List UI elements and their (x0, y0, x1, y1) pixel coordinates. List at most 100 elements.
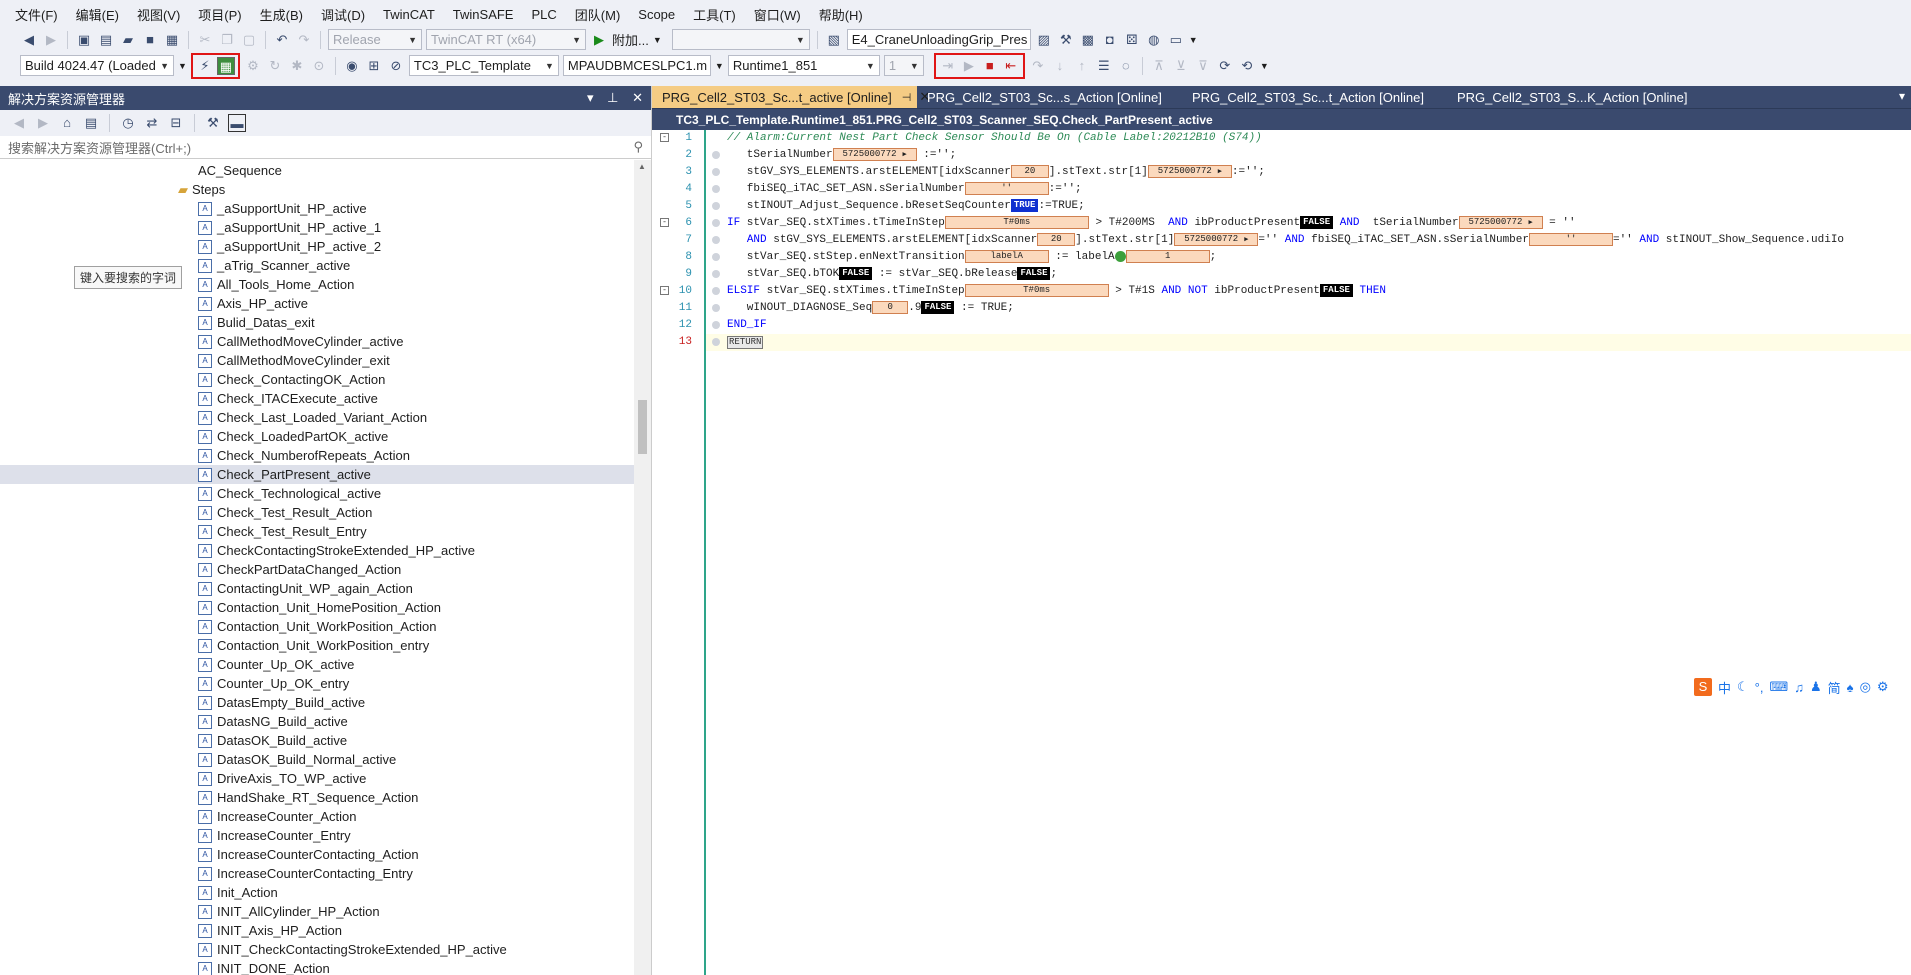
tree-item[interactable]: A CallMethodMoveCylinder_active (0, 332, 634, 351)
forward-icon[interactable]: ▶ (42, 31, 60, 49)
tree-item[interactable]: A Contaction_Unit_WorkPosition_Action (0, 617, 634, 636)
pending-changes-icon[interactable]: ◷ (119, 114, 137, 132)
switch-views-icon[interactable]: ▤ (82, 114, 100, 132)
project-combo[interactable]: E4_CraneUnloadingGrip_Pres▼ (846, 29, 1031, 50)
tree-item[interactable]: A Check_NumberofRepeats_Action (0, 446, 634, 465)
new-project-icon[interactable]: ▣ (75, 31, 93, 49)
step-over-icon[interactable]: ↷ (1029, 57, 1047, 75)
tree-item[interactable]: A INIT_Axis_HP_Action (0, 921, 634, 940)
tree-item[interactable]: A INIT_CheckContactingStrokeExtended_HP_a… (0, 940, 634, 959)
globe-icon[interactable]: ◍ (1145, 31, 1163, 49)
call-stack-icon[interactable]: ☰ (1095, 57, 1113, 75)
copy-icon[interactable]: ❐ (218, 31, 236, 49)
breakpoints-icon[interactable]: ◌ (1117, 57, 1135, 75)
tree-item[interactable]: A DatasNG_Build_active (0, 712, 634, 731)
target-browser-icon[interactable]: ▩ (1079, 31, 1097, 49)
toolbox-icon[interactable]: ◘ (1101, 31, 1119, 49)
force-values-icon[interactable]: ⊻ (1172, 57, 1190, 75)
online-value-box[interactable]: 1 (1125, 249, 1210, 263)
terminal-icon[interactable]: ▭ (1167, 31, 1185, 49)
menu-scope[interactable]: Scope (629, 7, 684, 22)
menu-tools[interactable]: 工具(T) (684, 5, 745, 24)
online-value-box[interactable]: FALSE (1319, 283, 1353, 297)
tree-item[interactable]: A Bulid_Datas_exit (0, 313, 634, 332)
online-value-box[interactable]: FALSE (921, 300, 955, 314)
online-value-box[interactable]: 20 (1010, 164, 1049, 178)
ime-simplified-toggle[interactable]: 简 (1828, 678, 1841, 697)
menu-team[interactable]: 团队(M) (566, 5, 630, 24)
online-value-box[interactable]: T#0ms (944, 215, 1089, 229)
menu-window[interactable]: 窗口(W) (745, 5, 810, 24)
online-value-box[interactable]: FALSE (839, 266, 873, 280)
properties-icon[interactable]: ⚒ (204, 114, 222, 132)
menu-twincat[interactable]: TwinCAT (374, 7, 444, 22)
preview-icon[interactable]: ▬ (228, 114, 246, 132)
config-mode-icon[interactable]: ⚙ (244, 57, 262, 75)
back-icon[interactable]: ◀ (20, 31, 38, 49)
start-icon[interactable]: ▶ (590, 31, 608, 49)
tree-item[interactable]: A Check_Test_Result_Action (0, 503, 634, 522)
tree-item[interactable]: A Contaction_Unit_WorkPosition_entry (0, 636, 634, 655)
tree-item[interactable]: A INIT_DONE_Action (0, 959, 634, 975)
platform-combo[interactable]: TwinCAT RT (x64) ▼ (426, 29, 586, 50)
menu-debug[interactable]: 调试(D) (312, 5, 374, 24)
activate-config-icon[interactable]: ▨ (1035, 31, 1053, 49)
start-plc-icon[interactable]: ▶ (960, 57, 978, 75)
tree-item[interactable]: A INIT_AllCylinder_HP_Action (0, 902, 634, 921)
toggle-freerun-icon[interactable]: ⊙ (310, 57, 328, 75)
voice-icon[interactable]: ♫ (1794, 680, 1804, 695)
logout-icon[interactable]: ⇤ (1002, 57, 1020, 75)
dropdown-icon[interactable]: ▾ (587, 90, 594, 105)
tree-item[interactable]: A CheckContactingStrokeExtended_HP_active (0, 541, 634, 560)
tree-item[interactable]: A Check_Test_Result_Entry (0, 522, 634, 541)
unforce-icon[interactable]: ⊽ (1194, 57, 1212, 75)
online-value-box[interactable]: FALSE (1017, 266, 1051, 280)
tree-item[interactable]: A Check_Technological_active (0, 484, 634, 503)
tree-item[interactable]: A CallMethodMoveCylinder_exit (0, 351, 634, 370)
back-icon[interactable]: ◀ (10, 114, 28, 132)
online-value-box[interactable]: 5725000772 ▶ (832, 147, 917, 161)
target-system-combo[interactable]: MPAUDBMCESLPC1.m▼ (562, 55, 711, 76)
tree-item[interactable]: A IncreaseCounter_Action (0, 807, 634, 826)
tree-item[interactable]: A Check_Last_Loaded_Variant_Action (0, 408, 634, 427)
punctuation-icon[interactable]: °, (1755, 680, 1764, 695)
online-value-box[interactable]: FALSE (1300, 215, 1334, 229)
runtime-combo[interactable]: Runtime1_851 ▼ (727, 55, 880, 76)
paste-icon[interactable]: ▢ (240, 31, 258, 49)
online-value-box[interactable]: TRUE (1010, 198, 1039, 212)
online-value-box[interactable]: '' (964, 181, 1049, 195)
menu-plc[interactable]: PLC (522, 7, 565, 22)
online-value-box[interactable]: 5725000772 ▶ (1147, 164, 1232, 178)
twincat-project-icon[interactable]: ▧ (825, 31, 843, 49)
tree-item[interactable]: A ContactingUnit_WP_again_Action (0, 579, 634, 598)
solution-search-input[interactable]: 搜索解决方案资源管理器(Ctrl+;) ⚲ (0, 136, 651, 159)
tab-overflow-icon[interactable]: ▾ (1899, 89, 1905, 103)
ime-logo-icon[interactable]: S (1694, 678, 1712, 696)
open-icon[interactable]: ▰ (119, 31, 137, 49)
settings-icon[interactable]: ⚙ (1877, 679, 1889, 695)
show-subitems-icon[interactable]: ⊘ (387, 57, 405, 75)
search-icon[interactable]: ⚲ (633, 139, 643, 155)
step-out-icon[interactable]: ↑ (1073, 57, 1091, 75)
tree-item[interactable]: A Init_Action (0, 883, 634, 902)
ime-lang-toggle[interactable]: 中 (1718, 678, 1731, 697)
user-icon[interactable]: ♟ (1810, 679, 1822, 695)
tree-item[interactable]: A Counter_Up_OK_entry (0, 674, 634, 693)
cut-icon[interactable]: ✂ (196, 31, 214, 49)
collapse-all-icon[interactable]: ⊟ (167, 114, 185, 132)
menu-project[interactable]: 项目(P) (189, 5, 250, 24)
reset-icon[interactable]: ⟲ (1238, 57, 1256, 75)
online-value-box[interactable]: 5725000772 ▶ (1174, 232, 1259, 246)
tab-scanner-s-action[interactable]: PRG_Cell2_ST03_Sc...s_Action [Online] (917, 86, 1182, 108)
online-value-box[interactable]: labelA (964, 249, 1049, 263)
tree-item[interactable]: A DatasEmpty_Build_active (0, 693, 634, 712)
tree-item[interactable]: A IncreaseCounterContacting_Action (0, 845, 634, 864)
menu-view[interactable]: 视图(V) (128, 5, 189, 24)
tree-item[interactable]: A Check_ContactingOK_Action (0, 370, 634, 389)
tree-item[interactable]: A DatasOK_Build_active (0, 731, 634, 750)
tools-icon[interactable]: ⚒ (1057, 31, 1075, 49)
pin-icon[interactable]: ⊥ (607, 90, 618, 105)
reload-devices-icon[interactable]: ↻ (266, 57, 284, 75)
keyboard-icon[interactable]: ⌨ (1769, 679, 1788, 695)
attach-button[interactable]: 附加... (612, 30, 649, 49)
